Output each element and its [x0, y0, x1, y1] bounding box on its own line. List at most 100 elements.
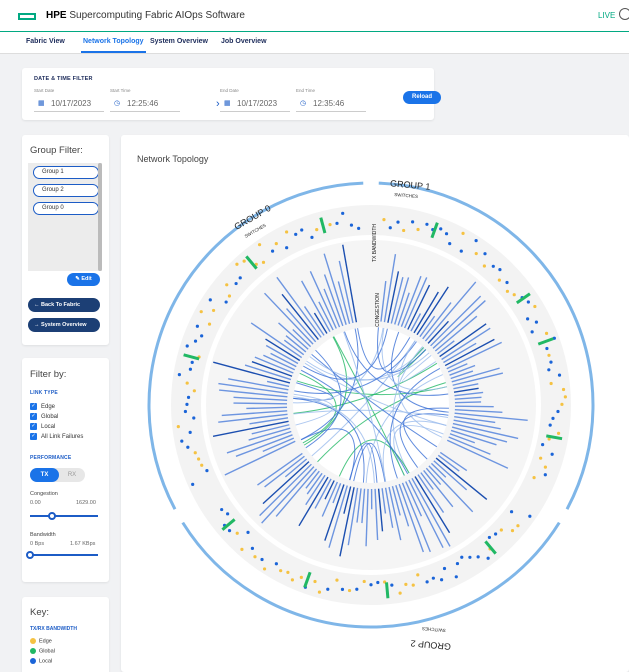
switch-dot	[505, 289, 510, 293]
switch-dot	[563, 395, 567, 399]
switch-dot	[186, 445, 190, 449]
switch-dot	[211, 308, 216, 313]
switch-dot	[541, 443, 545, 447]
filter-by-card: Filter by: LINK TYPE ✓ Edge ✓ Global ✓ Loca…	[22, 358, 109, 582]
edit-button[interactable]: ✎ Edit	[67, 273, 100, 286]
switch-dot	[376, 580, 380, 585]
tab-system-overview[interactable]: System Overview	[150, 38, 208, 45]
switch-dot	[208, 298, 212, 302]
switch-dot	[261, 260, 266, 264]
switch-dot	[396, 220, 400, 224]
switch-dot	[440, 578, 444, 582]
congestion-slider-track[interactable]	[30, 515, 98, 517]
bandwidth-slider-thumb[interactable]	[26, 551, 34, 559]
tab-job-overview[interactable]: Job Overview	[221, 38, 267, 45]
switch-dot	[260, 557, 264, 562]
group-list[interactable]: Group 1 Group 2 Group 0	[28, 163, 102, 271]
back-to-fabric-button[interactable]: ← Back To Fabric	[28, 298, 100, 312]
switch-dot	[548, 423, 552, 427]
link-type-edge-checkbox[interactable]: ✓ Edge	[30, 403, 55, 411]
switch-dot	[550, 452, 554, 456]
switch-dot	[402, 228, 406, 233]
switch-dot	[290, 578, 294, 582]
switch-dot	[398, 591, 402, 595]
global-dot-icon	[30, 648, 36, 654]
group-list-scrollbar[interactable]	[98, 163, 102, 271]
switch-dot	[235, 262, 239, 266]
local-dot-icon	[30, 658, 36, 664]
switch-dot	[240, 547, 244, 551]
switch-dot	[177, 373, 181, 377]
switch-dot	[185, 344, 189, 348]
group-chip-0[interactable]: Group 0	[33, 202, 99, 215]
switch-dot	[341, 211, 345, 215]
switch-dot	[197, 457, 201, 461]
switch-dot	[200, 334, 204, 338]
system-overview-button[interactable]: → System Overview	[28, 318, 100, 332]
switch-dot	[188, 367, 193, 371]
bandwidth-slider-track[interactable]	[30, 554, 98, 556]
group-chip-1[interactable]: Group 1	[33, 166, 99, 179]
reload-button[interactable]: Reload	[403, 91, 441, 104]
switch-dot	[340, 587, 345, 591]
tab-network-topology[interactable]: Network Topology	[81, 38, 146, 53]
switch-dot	[192, 389, 196, 393]
link-type-global-checkbox[interactable]: ✓ Global	[30, 413, 58, 421]
key-card: Key: TX/RX BANDWIDTH Edge Global Local	[22, 597, 109, 672]
switch-dot	[279, 569, 283, 573]
switch-dot	[199, 310, 203, 314]
switch-dot	[193, 451, 197, 455]
switch-dot	[549, 360, 553, 364]
datetime-filter-title: DATE & TIME FILTER	[34, 76, 93, 82]
switch-dot	[491, 264, 495, 268]
tab-fabric-view[interactable]: Fabric View	[26, 38, 65, 45]
switch-dot	[185, 402, 189, 406]
switch-dot	[497, 278, 501, 282]
key-section-label: TX/RX BANDWIDTH	[30, 626, 77, 632]
link-type-local-checkbox[interactable]: ✓ Local	[30, 423, 55, 431]
switch-dot	[539, 456, 543, 460]
link-type-all-failures-checkbox[interactable]: ✓ All Link Failures	[30, 433, 83, 441]
switch-dot	[544, 331, 549, 335]
hpe-logo-icon	[18, 13, 36, 20]
switch-dot	[455, 561, 460, 566]
switch-dot	[220, 507, 224, 512]
switch-dot	[357, 226, 361, 231]
switch-dot	[224, 300, 228, 304]
switch-dot	[188, 430, 192, 434]
tx-toggle[interactable]: TX	[30, 468, 59, 482]
globe-icon[interactable]	[619, 8, 629, 20]
topology-chart[interactable]: GROUP 1SWITCHESGROUP 0SWITCHESGROUP 2SWI…	[121, 135, 629, 672]
group-chip-2[interactable]: Group 2	[33, 184, 99, 197]
datetime-filter-card: DATE & TIME FILTER Start Date ▦ 10/17/20…	[22, 68, 441, 120]
end-time-field[interactable]: End Time ◷ 12:35:46	[296, 88, 366, 112]
end-date-field[interactable]: End Date ▦ 10/17/2023	[220, 88, 290, 112]
switch-dot	[328, 222, 332, 227]
check-icon: ✓	[30, 433, 37, 440]
switch-dot	[411, 583, 415, 587]
rx-toggle[interactable]: RX	[59, 468, 85, 482]
switch-dot	[494, 532, 498, 536]
performance-toggle: TX RX	[30, 468, 85, 482]
key-item-edge: Edge	[30, 638, 52, 644]
switch-dot	[250, 546, 255, 550]
group-1-label: GROUP 1	[390, 178, 431, 191]
congestion-bar	[454, 401, 482, 404]
switch-dot	[191, 482, 195, 486]
app-title: HPE Supercomputing Fabric AIOps Software	[46, 10, 245, 21]
switch-dot	[416, 227, 420, 232]
congestion-slider-thumb[interactable]	[48, 512, 57, 520]
switch-dot	[431, 576, 435, 580]
switch-dot	[270, 249, 275, 253]
switch-dot	[317, 590, 322, 594]
switch-dot	[459, 249, 463, 253]
switch-dot	[192, 416, 196, 420]
start-time-field[interactable]: Start Time ◷ 12:25:46	[110, 88, 180, 112]
start-date-field[interactable]: Start Date ▦ 10/17/2023	[34, 88, 104, 112]
switch-dot	[474, 251, 478, 256]
switch-dot	[543, 473, 547, 477]
switch-dot	[528, 514, 532, 518]
switch-dot	[499, 528, 503, 532]
switch-dot	[390, 583, 394, 587]
switch-dot	[205, 469, 209, 473]
